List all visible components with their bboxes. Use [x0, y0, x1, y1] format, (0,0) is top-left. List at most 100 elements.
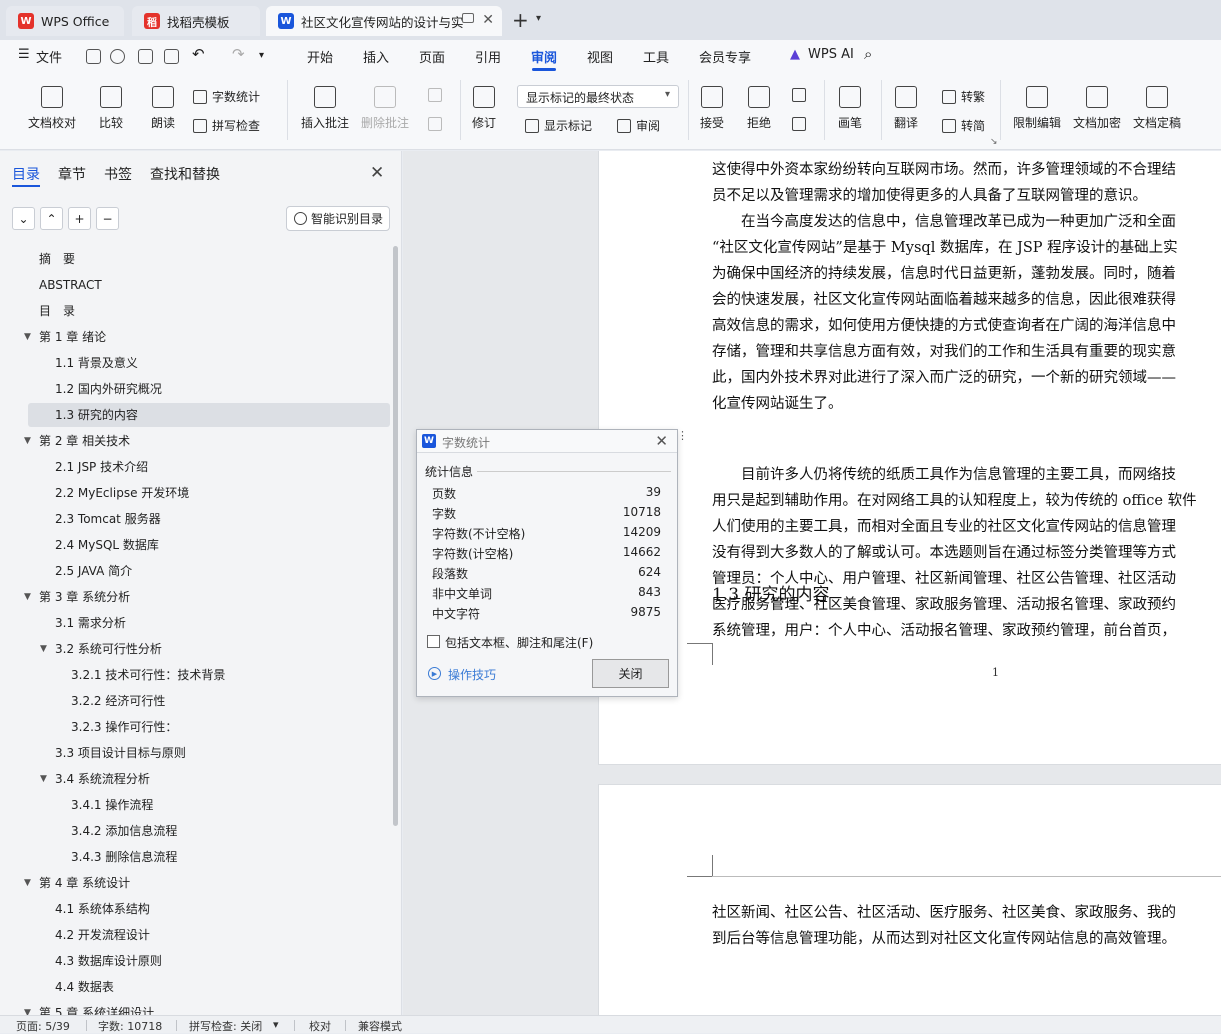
tab-find-replace[interactable]: 查找和替换	[150, 164, 220, 184]
tab-wps-office[interactable]: W WPS Office	[6, 6, 124, 36]
translate-button[interactable]: 翻译	[894, 86, 918, 131]
toc-item[interactable]: 2.3 Tomcat 服务器	[55, 507, 161, 531]
expand-caret-icon[interactable]: ▼	[40, 637, 47, 661]
toc-item[interactable]: 2.2 MyEclipse 开发环境	[55, 481, 189, 505]
toc-item[interactable]: 3.2.3 操作可行性：	[71, 715, 177, 739]
search-icon[interactable]: ⌕	[864, 45, 872, 63]
next-change-button[interactable]	[792, 117, 811, 131]
toc-item[interactable]: 2.1 JSP 技术介绍	[55, 455, 148, 479]
toc-item[interactable]: 2.4 MySQL 数据库	[55, 533, 159, 557]
spell-check-button[interactable]: 拼写检查	[193, 117, 260, 134]
restrict-editing-button[interactable]: 限制编辑	[1013, 86, 1061, 131]
status-word-count[interactable]: 字数: 10718	[98, 1018, 162, 1034]
print-icon[interactable]	[138, 49, 153, 64]
close-button[interactable]: 关闭	[592, 659, 669, 688]
toc-item[interactable]: 4.3 数据库设计原则	[55, 949, 162, 973]
save-icon[interactable]	[86, 49, 101, 64]
collapse-up-button[interactable]: ⌃	[40, 207, 63, 230]
toc-item[interactable]: 3.2.1 技术可行性：技术背景	[71, 663, 225, 687]
status-page[interactable]: 页面: 5/39	[16, 1018, 70, 1034]
toc-item[interactable]: 1.3 研究的内容	[55, 403, 138, 427]
tab-current-document[interactable]: W 社区文化宣传网站的设计与实 ✕	[266, 6, 502, 36]
doc-check-button[interactable]: 文档校对	[28, 86, 76, 131]
toc-item[interactable]: 3.4.3 删除信息流程	[71, 845, 177, 869]
redo-icon[interactable]: ↷	[232, 45, 245, 63]
remove-toc-item-button[interactable]: −	[96, 207, 119, 230]
toc-item[interactable]: ABSTRACT	[39, 273, 102, 297]
include-textbox-label[interactable]: 包括文本框、脚注和尾注(F)	[445, 634, 593, 651]
undo-icon[interactable]: ↶	[192, 45, 205, 63]
expand-caret-icon[interactable]: ▼	[24, 1001, 31, 1015]
expand-caret-icon[interactable]: ▼	[40, 767, 47, 791]
share-icon[interactable]	[110, 49, 125, 64]
toc-item[interactable]: 第 1 章 绪论	[39, 325, 106, 349]
insert-comment-button[interactable]: 插入批注	[301, 86, 349, 131]
review-pane-button[interactable]: 审阅	[617, 117, 660, 134]
menu-view[interactable]: 视图	[587, 47, 613, 66]
toc-item[interactable]: 3.2.2 经济可行性	[71, 689, 165, 713]
tab-sections[interactable]: 章节	[58, 164, 86, 184]
toc-item[interactable]: 第 2 章 相关技术	[39, 429, 130, 453]
document-page[interactable]: 这使得中外资本家纷纷转向互联网市场。然而，许多管理领域的不合理结 员不足以及管理需…	[598, 151, 1221, 765]
toc-item[interactable]: 第 3 章 系统分析	[39, 585, 130, 609]
to-simplified-button[interactable]: 转简	[942, 117, 985, 134]
menu-wps-ai[interactable]: WPS AI	[808, 47, 854, 62]
toc-item[interactable]: 3.2 系统可行性分析	[55, 637, 162, 661]
tab-docer-templates[interactable]: 稻 找稻壳模板	[132, 6, 260, 36]
toc-item[interactable]: 第 5 章 系统详细设计	[39, 1001, 154, 1015]
play-tips-icon[interactable]: ▶	[428, 667, 441, 680]
close-pane-icon[interactable]: ✕	[370, 163, 384, 183]
new-tab-plus-icon[interactable]: +	[512, 10, 529, 30]
toc-item[interactable]: 4.1 系统体系结构	[55, 897, 150, 921]
document-encrypt-button[interactable]: 文档加密	[1073, 86, 1121, 131]
toc-item[interactable]: 摘 要	[39, 247, 75, 271]
toc-item[interactable]: 1.1 背景及意义	[55, 351, 138, 375]
pen-button[interactable]: 画笔	[838, 86, 862, 131]
chevron-down-icon[interactable]: ▾	[536, 13, 541, 24]
menu-references[interactable]: 引用	[475, 47, 501, 66]
menu-member[interactable]: 会员专享	[699, 47, 751, 66]
compare-button[interactable]: 比较	[99, 86, 123, 131]
status-spell-check[interactable]: 拼写检查: 关闭	[189, 1018, 262, 1034]
expand-caret-icon[interactable]: ▼	[24, 871, 31, 895]
ribbon-expand-icon[interactable]: ↘	[990, 137, 998, 147]
print-preview-icon[interactable]	[164, 49, 179, 64]
close-tab-icon[interactable]: ✕	[482, 12, 494, 28]
chevron-down-icon[interactable]: ▾	[273, 1018, 279, 1031]
expand-caret-icon[interactable]: ▼	[24, 585, 31, 609]
document-page[interactable]: 社区新闻、社区公告、社区活动、医疗服务、社区美食、家政服务、我的 到后台等信息管理…	[598, 784, 1221, 1015]
delete-comment-button[interactable]: 删除批注	[361, 86, 409, 131]
menu-home[interactable]: 开始	[307, 47, 333, 66]
expand-caret-icon[interactable]: ▼	[24, 325, 31, 349]
status-proof[interactable]: 校对	[309, 1018, 331, 1034]
monitor-icon[interactable]	[462, 13, 474, 23]
drag-handle-icon[interactable]: ⋮	[677, 430, 688, 441]
menu-file[interactable]: 文件	[36, 47, 62, 66]
read-aloud-button[interactable]: 朗读	[151, 86, 175, 131]
collapse-down-button[interactable]: ⌄	[12, 207, 35, 230]
add-toc-item-button[interactable]: +	[68, 207, 91, 230]
include-textbox-checkbox[interactable]	[427, 635, 440, 648]
pane-scrollbar[interactable]	[393, 246, 398, 826]
toc-item[interactable]: 第 4 章 系统设计	[39, 871, 130, 895]
smart-toc-button[interactable]: 智能识别目录	[286, 206, 390, 231]
quick-access-more-icon[interactable]: ▾	[259, 50, 264, 61]
toc-item[interactable]: 3.3 项目设计目标与原则	[55, 741, 186, 765]
show-markup-button[interactable]: 显示标记	[525, 117, 592, 134]
toc-item[interactable]: 4.2 开发流程设计	[55, 923, 150, 947]
toc-item[interactable]: 2.5 JAVA 简介	[55, 559, 132, 583]
menu-tools[interactable]: 工具	[643, 47, 669, 66]
tips-link[interactable]: 操作技巧	[448, 666, 496, 683]
menu-insert[interactable]: 插入	[363, 47, 389, 66]
prev-comment-button[interactable]	[428, 88, 447, 102]
toc-item[interactable]: 3.4.1 操作流程	[71, 793, 153, 817]
toc-item[interactable]: 3.4 系统流程分析	[55, 767, 150, 791]
tab-bookmarks[interactable]: 书签	[104, 164, 132, 184]
close-icon[interactable]: ✕	[655, 432, 668, 450]
menu-review[interactable]: 审阅	[531, 47, 557, 66]
hamburger-icon[interactable]: ☰	[18, 47, 30, 62]
next-comment-button[interactable]	[428, 117, 447, 131]
toc-item[interactable]: 3.4.2 添加信息流程	[71, 819, 177, 843]
toc-item[interactable]: 目 录	[39, 299, 75, 323]
dialog-titlebar[interactable]: W 字数统计 ✕	[417, 430, 677, 453]
